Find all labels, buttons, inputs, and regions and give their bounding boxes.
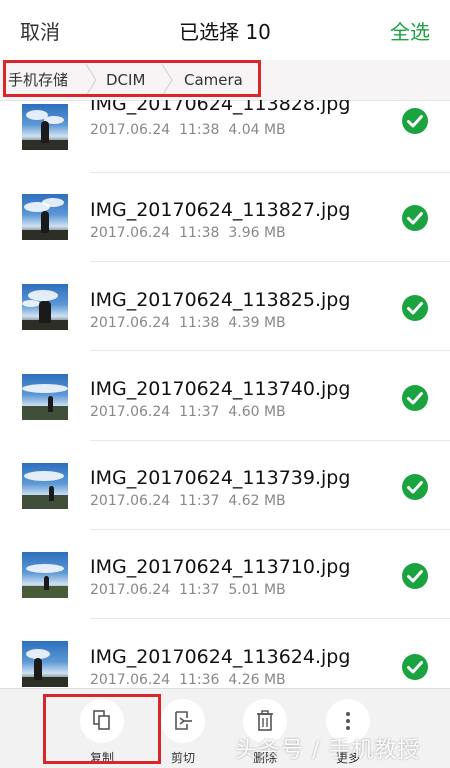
file-row[interactable]: IMG_20170624_113828.jpg 2017.06.24 11:38… (0, 100, 450, 173)
file-time: 11:37 (179, 582, 220, 598)
file-meta: 2017.06.24 11:38 4.39 MB (90, 315, 286, 331)
file-row[interactable]: IMG_20170624_113710.jpg 2017.06.24 11:37… (0, 530, 450, 619)
file-row[interactable]: IMG_20170624_113825.jpg 2017.06.24 11:38… (0, 262, 450, 351)
file-time: 11:38 (179, 315, 220, 331)
file-time: 11:37 (179, 404, 220, 420)
checked-icon[interactable] (402, 654, 428, 680)
checked-icon[interactable] (402, 108, 428, 134)
file-row[interactable]: IMG_20170624_113740.jpg 2017.06.24 11:37… (0, 352, 450, 441)
breadcrumb-highlight-box (3, 60, 261, 97)
file-time: 11:37 (179, 493, 220, 509)
image-thumbnail (22, 552, 68, 598)
file-time: 11:38 (179, 225, 220, 241)
file-size: 4.39 MB (228, 315, 286, 331)
file-meta: 2017.06.24 11:37 5.01 MB (90, 582, 286, 598)
file-meta: 2017.06.24 11:37 4.62 MB (90, 493, 286, 509)
file-date: 2017.06.24 (90, 122, 171, 138)
file-list[interactable]: IMG_20170624_113828.jpg 2017.06.24 11:38… (0, 100, 450, 688)
file-size: 4.26 MB (228, 672, 286, 688)
image-thumbnail (22, 374, 68, 420)
file-date: 2017.06.24 (90, 315, 171, 331)
file-meta: 2017.06.24 11:38 3.96 MB (90, 225, 286, 241)
file-name: IMG_20170624_113624.jpg (90, 646, 351, 668)
file-manager-screen: 取消 已选择 10 全选 手机存储 DCIM Camera IMG_201706… (0, 0, 450, 768)
file-size: 5.01 MB (228, 582, 286, 598)
cut-button-circle (161, 699, 205, 743)
file-meta: 2017.06.24 11:37 4.60 MB (90, 404, 286, 420)
file-time: 11:38 (179, 122, 220, 138)
checked-icon[interactable] (402, 205, 428, 231)
checked-icon[interactable] (402, 295, 428, 321)
file-date: 2017.06.24 (90, 493, 171, 509)
file-name: IMG_20170624_113710.jpg (90, 556, 351, 578)
selection-header: 取消 已选择 10 全选 (0, 0, 450, 60)
file-size: 3.96 MB (228, 225, 286, 241)
image-thumbnail (22, 284, 68, 330)
more-vertical-icon (346, 712, 350, 730)
file-size: 4.60 MB (228, 404, 286, 420)
file-name: IMG_20170624_113825.jpg (90, 289, 351, 311)
cut-label: 剪切 (170, 751, 195, 765)
file-meta: 2017.06.24 11:38 4.04 MB (90, 122, 286, 138)
file-date: 2017.06.24 (90, 672, 171, 688)
copy-highlight-box (43, 694, 161, 764)
checked-icon[interactable] (402, 474, 428, 500)
file-name: IMG_20170624_113740.jpg (90, 378, 351, 400)
file-meta: 2017.06.24 11:36 4.26 MB (90, 672, 286, 688)
file-size: 4.04 MB (228, 122, 286, 138)
selection-count-title: 已选择 10 (179, 20, 271, 44)
checked-icon[interactable] (402, 563, 428, 589)
file-name: IMG_20170624_113828.jpg (90, 100, 351, 115)
file-size: 4.62 MB (228, 493, 286, 509)
image-thumbnail (22, 194, 68, 240)
file-date: 2017.06.24 (90, 225, 171, 241)
file-row[interactable]: IMG_20170624_113739.jpg 2017.06.24 11:37… (0, 441, 450, 530)
image-thumbnail (22, 104, 68, 150)
file-time: 11:36 (179, 672, 220, 688)
file-date: 2017.06.24 (90, 404, 171, 420)
image-thumbnail (22, 463, 68, 509)
watermark: 头条号 / 手机教授 (235, 738, 421, 763)
checked-icon[interactable] (402, 385, 428, 411)
cut-button[interactable]: 剪切 (153, 695, 213, 765)
file-row[interactable]: IMG_20170624_113624.jpg 2017.06.24 11:36… (0, 619, 450, 688)
file-name: IMG_20170624_113739.jpg (90, 467, 351, 489)
trash-icon (257, 710, 273, 731)
select-all-button[interactable]: 全选 (390, 16, 430, 45)
cut-icon (175, 711, 192, 730)
image-thumbnail (22, 641, 68, 687)
file-date: 2017.06.24 (90, 582, 171, 598)
file-name: IMG_20170624_113827.jpg (90, 199, 351, 221)
file-row[interactable]: IMG_20170624_113827.jpg 2017.06.24 11:38… (0, 173, 450, 262)
